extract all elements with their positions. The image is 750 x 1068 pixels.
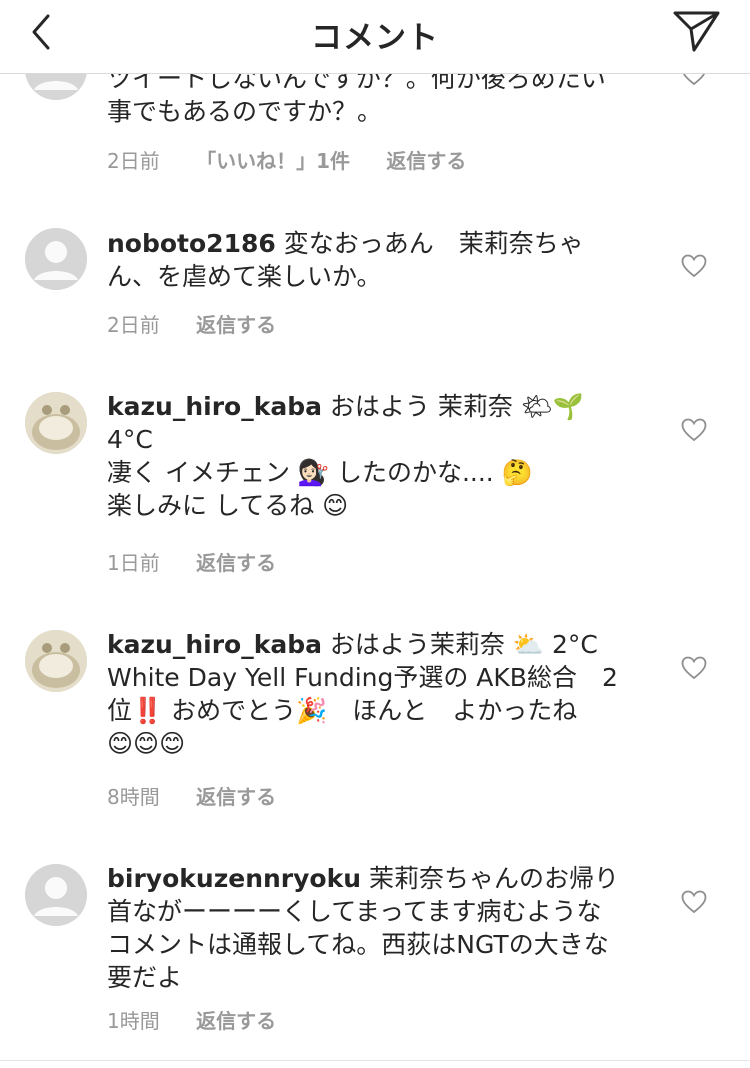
comment-fragment: 変なおっあん 茉莉奈ちゃ [275, 229, 584, 258]
comment-line: 😊😊😊 [107, 729, 186, 758]
likes-count[interactable]: 「いいね！」1件 [196, 149, 350, 173]
comment-line: kazu_hiro_kaba おはよう茉莉奈 ⛅ 2°C [107, 628, 647, 661]
avatar[interactable] [25, 228, 87, 290]
comment-text: noboto2186 変なおっあん 茉莉奈ちゃ ん、を虐めて楽しいか。 [107, 227, 647, 293]
reply-button[interactable]: 返信する [196, 785, 276, 809]
heart-icon[interactable] [681, 890, 707, 914]
nav-header: コメント [0, 0, 750, 74]
comment-meta: 2日前 「いいね！」1件 返信する [107, 145, 496, 174]
comment-line: 位‼️ おめでとう🎉 ほんと よかったね [107, 696, 578, 725]
paper-plane-icon[interactable] [672, 8, 722, 54]
comment-line: ん、を虐めて楽しいか。 [107, 262, 382, 291]
comment-line: White Day Yell Funding予選の AKB総合 2 [107, 663, 618, 692]
comments-screen: ツイートしないんですか？。何か後ろめたい 事でもあるのですか？。 2日前 「いい… [0, 0, 750, 1068]
reply-button[interactable]: 返信する [196, 1009, 276, 1033]
avatar[interactable] [25, 630, 87, 692]
reply-button[interactable]: 返信する [196, 313, 276, 337]
comment-fragment: おはよう茉莉奈 ⛅ 2°C [321, 630, 598, 659]
comment-list[interactable]: ツイートしないんですか？。何か後ろめたい 事でもあるのですか？。 2日前 「いい… [0, 0, 750, 1068]
heart-icon[interactable] [681, 656, 707, 680]
timestamp: 8時間 [107, 785, 160, 809]
comment-meta: 2日前 返信する [107, 309, 306, 338]
comment-line: 凄く イメチェン 💇🏻‍♀️ したのかな.... 🤔 [107, 458, 533, 487]
avatar[interactable] [25, 392, 87, 454]
comment-line: kazu_hiro_kaba おはよう 茉莉奈 🌤🌱 [107, 390, 647, 423]
page-title: コメント [311, 20, 439, 56]
comment-text: biryokuzennryoku 茉莉奈ちゃんのお帰り 首ながーーーーくしてまっ… [107, 862, 647, 994]
username[interactable]: kazu_hiro_kaba [107, 392, 322, 421]
comment-meta: 8時間 返信する [107, 781, 306, 810]
avatar[interactable] [25, 864, 87, 926]
comment-meta: 1日前 返信する [107, 547, 306, 576]
heart-icon[interactable] [681, 418, 707, 442]
comment-line: biryokuzennryoku 茉莉奈ちゃんのお帰り [107, 862, 647, 895]
timestamp: 1時間 [107, 1009, 160, 1033]
comment-fragment: 茉莉奈ちゃんのお帰り [361, 864, 619, 893]
username[interactable]: kazu_hiro_kaba [107, 630, 322, 659]
comment-text: kazu_hiro_kaba おはよう 茉莉奈 🌤🌱 4°C 凄く イメチェン … [107, 390, 647, 522]
comment-line: 4°C [107, 425, 153, 454]
comment-meta: 1時間 返信する [107, 1005, 306, 1034]
reply-button[interactable]: 返信する [196, 551, 276, 575]
comment-line: 事でもあるのですか？。 [107, 97, 383, 126]
timestamp: 1日前 [107, 551, 160, 575]
comment-line: 楽しみに してるね 😊 [107, 491, 349, 520]
comment-text: kazu_hiro_kaba おはよう茉莉奈 ⛅ 2°C White Day Y… [107, 628, 647, 760]
timestamp: 2日前 [107, 313, 160, 337]
comment-line: コメントは通報してね。西荻はNGTの大きな [107, 930, 609, 959]
heart-icon[interactable] [681, 254, 707, 278]
comment-line: 要だよ [107, 963, 183, 992]
comment-line: 首ながーーーーくしてまってます病むような [107, 897, 602, 926]
username[interactable]: biryokuzennryoku [107, 864, 361, 893]
comment-line: noboto2186 変なおっあん 茉莉奈ちゃ [107, 227, 647, 260]
reply-button[interactable]: 返信する [386, 149, 466, 173]
username[interactable]: noboto2186 [107, 229, 276, 258]
comment-fragment: おはよう 茉莉奈 🌤🌱 [321, 392, 584, 421]
timestamp: 2日前 [107, 149, 160, 173]
divider [0, 1060, 750, 1061]
